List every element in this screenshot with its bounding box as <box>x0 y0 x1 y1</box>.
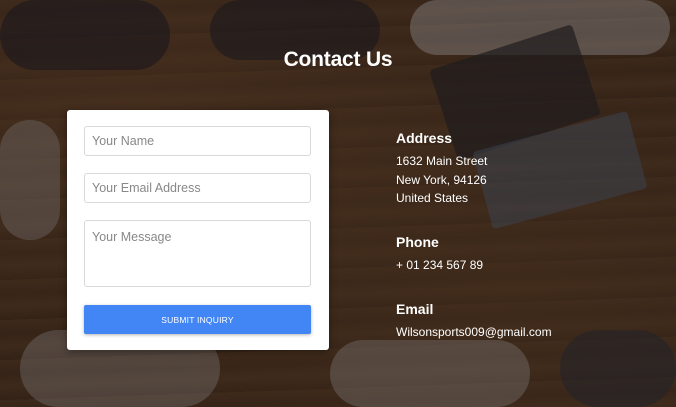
email-address: Wilsonsports009@gmail.com <box>396 325 552 339</box>
name-input[interactable] <box>84 126 311 156</box>
address-heading: Address <box>396 130 453 146</box>
phone-block: Phone + 01 234 567 89 <box>396 234 483 275</box>
phone-heading: Phone <box>396 234 439 250</box>
address-line-2: New York, 94126 <box>396 172 487 187</box>
email-block: Email Wilsonsports009@gmail.com <box>396 301 552 342</box>
email-heading: Email <box>396 301 434 317</box>
address-block: Address 1632 Main Street New York, 94126… <box>396 130 487 208</box>
message-textarea[interactable] <box>84 220 311 287</box>
email-input[interactable] <box>84 173 311 203</box>
phone-number: + 01 234 567 89 <box>396 258 484 272</box>
address-line-3: United States <box>396 191 469 205</box>
page-title: Contact Us <box>283 48 393 71</box>
address-line-1: 1632 Main Street <box>396 154 488 168</box>
contact-form: SUBMIT INQUIRY <box>67 110 329 350</box>
submit-inquiry-button[interactable]: SUBMIT INQUIRY <box>84 305 311 334</box>
